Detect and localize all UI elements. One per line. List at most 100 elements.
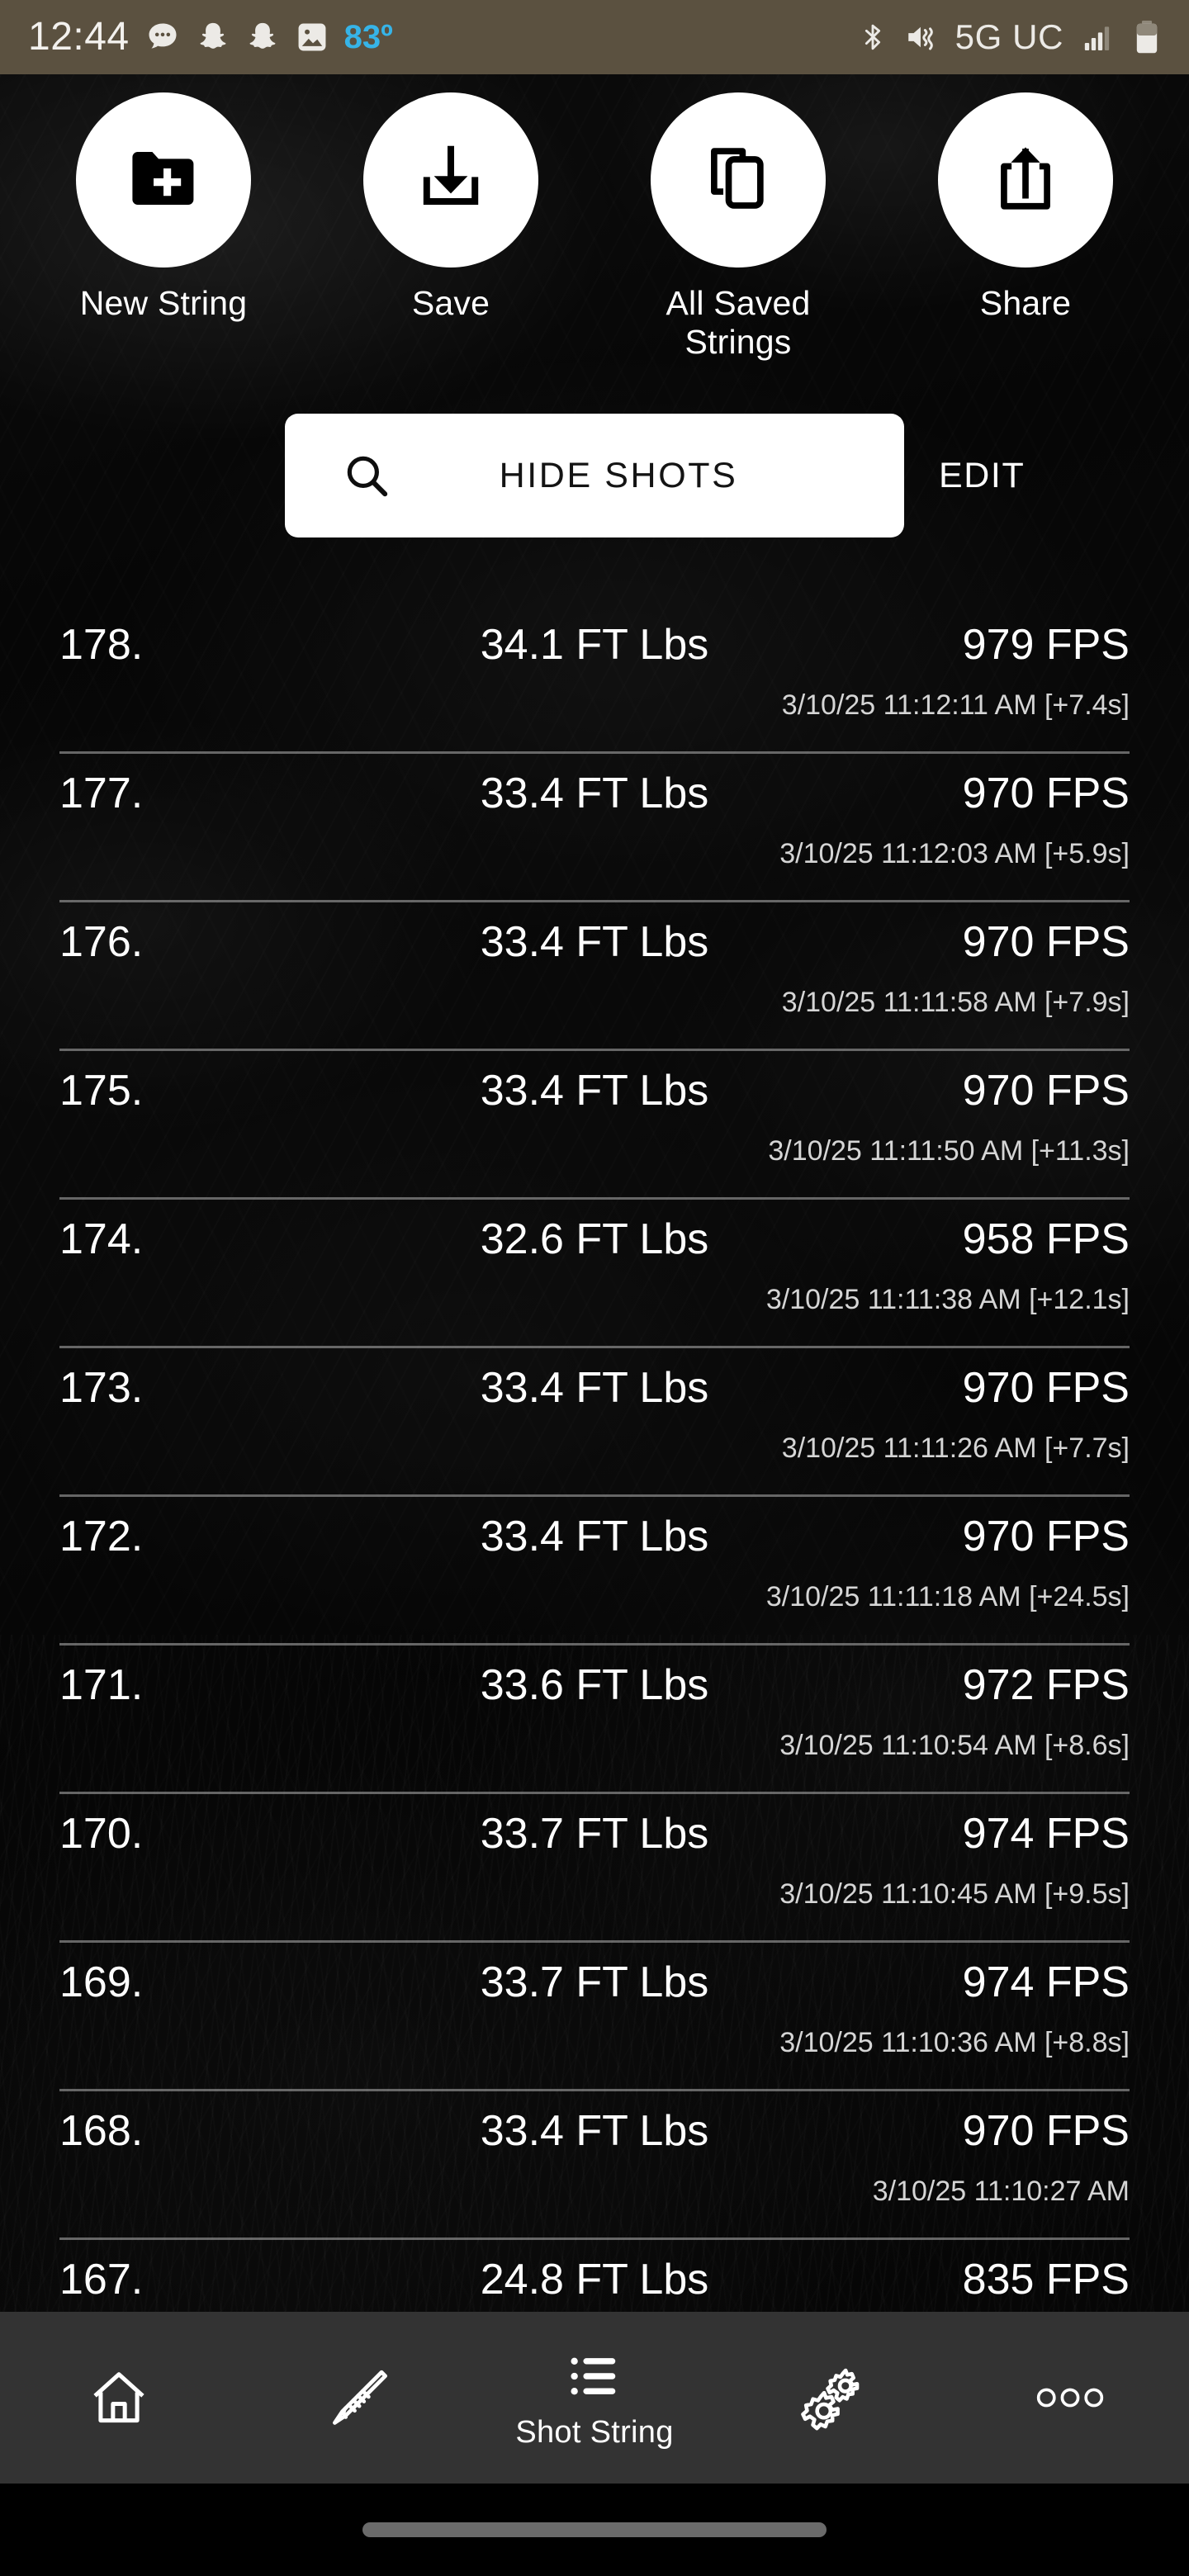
- shot-row[interactable]: 173. 33.4 FT Lbs 970 FPS 3/10/25 11:11:26 A…: [0, 1348, 1189, 1498]
- main-content: New String Save All Saved Strings Share …: [0, 74, 1189, 2576]
- shot-row[interactable]: 178. 34.1 FT Lbs 979 FPS 3/10/25 11:12:11 A…: [0, 605, 1189, 755]
- shot-index: 172.: [59, 1513, 144, 1561]
- edit-button[interactable]: EDIT: [939, 456, 1025, 496]
- shot-energy: 33.4 FT Lbs: [480, 1513, 709, 1561]
- shot-index: 173.: [59, 1364, 144, 1413]
- shot-speed: 974 FPS: [962, 1810, 1130, 1859]
- folder-plus-icon: [124, 139, 203, 222]
- home-icon: [87, 2362, 151, 2433]
- nav-item-gun[interactable]: [238, 2312, 476, 2484]
- all-saved-strings-button[interactable]: All Saved Strings: [594, 92, 882, 361]
- shot-speed: 835 FPS: [962, 2256, 1130, 2304]
- shot-row[interactable]: 170. 33.7 FT Lbs 974 FPS 3/10/25 11:10:45 A…: [0, 1794, 1189, 1944]
- shot-energy: 33.7 FT Lbs: [480, 1810, 709, 1859]
- all-saved-strings-label: All Saved Strings: [666, 284, 811, 361]
- shot-row-main: 171. 33.6 FT Lbs 972 FPS: [59, 1646, 1130, 1725]
- shot-speed: 972 FPS: [962, 1661, 1130, 1710]
- nav-item-shot-string-label: Shot String: [515, 2414, 674, 2450]
- nav-item-settings[interactable]: [713, 2312, 951, 2484]
- shot-row-main: 169. 33.7 FT Lbs 974 FPS: [59, 1943, 1130, 2022]
- status-bar-clock: 12:44: [28, 15, 130, 59]
- shot-speed: 958 FPS: [962, 1215, 1130, 1264]
- gears-icon: [796, 2362, 869, 2433]
- shot-row[interactable]: 175. 33.4 FT Lbs 970 FPS 3/10/25 11:11:50 A…: [0, 1051, 1189, 1200]
- shot-index: 178.: [59, 621, 144, 670]
- shot-row-main: 178. 34.1 FT Lbs 979 FPS: [59, 605, 1130, 684]
- status-bar-left: 12:44 83º: [28, 17, 393, 57]
- shot-row-main: 174. 32.6 FT Lbs 958 FPS: [59, 1200, 1130, 1279]
- shot-index: 169.: [59, 1958, 144, 2007]
- shot-string-list[interactable]: 178. 34.1 FT Lbs 979 FPS 3/10/25 11:12:11 A…: [0, 605, 1189, 2389]
- shot-speed: 970 FPS: [962, 2107, 1130, 2156]
- shot-row[interactable]: 176. 33.4 FT Lbs 970 FPS 3/10/25 11:11:58 A…: [0, 902, 1189, 1052]
- nav-item-shot-string[interactable]: Shot String: [476, 2312, 713, 2484]
- shot-speed: 979 FPS: [962, 621, 1130, 670]
- shot-timestamp: 3/10/25 11:11:26 AM [+7.7s]: [781, 1432, 1130, 1465]
- share-button[interactable]: Share: [882, 92, 1169, 323]
- search-icon: [341, 450, 392, 501]
- share-label: Share: [979, 284, 1072, 322]
- snapchat-ghost-icon: [245, 19, 280, 55]
- shot-index: 167.: [59, 2256, 144, 2304]
- shot-row-main: 172. 33.4 FT Lbs 970 FPS: [59, 1497, 1130, 1576]
- shot-energy: 32.6 FT Lbs: [480, 1215, 709, 1264]
- battery-icon: [1133, 19, 1161, 55]
- save-button-circle[interactable]: [363, 92, 538, 268]
- rifle-icon: [322, 2362, 391, 2433]
- download-icon: [411, 139, 490, 222]
- shot-energy: 33.6 FT Lbs: [480, 1661, 709, 1710]
- shot-timestamp: 3/10/25 11:12:11 AM [+7.4s]: [781, 689, 1130, 722]
- shot-energy: 24.8 FT Lbs: [480, 2256, 709, 2304]
- shot-row[interactable]: 169. 33.7 FT Lbs 974 FPS 3/10/25 11:10:36 A…: [0, 1943, 1189, 2092]
- nav-item-home[interactable]: [0, 2312, 238, 2484]
- search-row: HIDE SHOTS EDIT: [0, 414, 1189, 538]
- hide-shots-label: HIDE SHOTS: [499, 455, 738, 495]
- shot-index: 176.: [59, 918, 144, 967]
- action-button-bar: New String Save All Saved Strings Share: [0, 74, 1189, 361]
- share-upload-icon: [988, 140, 1063, 220]
- more-dots-icon: [1031, 2362, 1109, 2433]
- status-bar: 12:44 83º 5G UC: [0, 0, 1189, 74]
- mute-vibrate-icon: [904, 20, 939, 54]
- save-button[interactable]: Save: [307, 92, 594, 323]
- shot-speed: 970 FPS: [962, 1513, 1130, 1561]
- list-icon: [564, 2341, 625, 2412]
- bluetooth-icon: [858, 19, 888, 55]
- shot-index: 175.: [59, 1067, 144, 1115]
- shot-energy: 33.4 FT Lbs: [480, 2107, 709, 2156]
- nav-item-more[interactable]: [951, 2312, 1189, 2484]
- shot-row[interactable]: 168. 33.4 FT Lbs 970 FPS 3/10/25 11:10:27 A…: [0, 2091, 1189, 2241]
- shot-timestamp: 3/10/25 11:12:03 AM [+5.9s]: [779, 838, 1130, 870]
- new-string-label: New String: [79, 284, 248, 322]
- shot-energy: 33.4 FT Lbs: [480, 1067, 709, 1115]
- bottom-navigation-bar: Shot String: [0, 2312, 1189, 2484]
- shot-row[interactable]: 171. 33.6 FT Lbs 972 FPS 3/10/25 11:10:54 A…: [0, 1646, 1189, 1795]
- shot-speed: 970 FPS: [962, 1364, 1130, 1413]
- new-string-button[interactable]: New String: [20, 92, 307, 323]
- message-bubble-icon: [144, 19, 181, 55]
- new-string-button-circle[interactable]: [76, 92, 251, 268]
- shot-energy: 34.1 FT Lbs: [480, 621, 709, 670]
- all-saved-strings-button-circle[interactable]: [651, 92, 826, 268]
- shot-timestamp: 3/10/25 11:10:36 AM [+8.8s]: [779, 2027, 1130, 2059]
- shot-row-main: 173. 33.4 FT Lbs 970 FPS: [59, 1348, 1130, 1428]
- shot-row[interactable]: 172. 33.4 FT Lbs 970 FPS 3/10/25 11:11:18 A…: [0, 1497, 1189, 1646]
- shot-row-main: 176. 33.4 FT Lbs 970 FPS: [59, 902, 1130, 982]
- photo-icon: [295, 20, 329, 54]
- shot-row[interactable]: 177. 33.4 FT Lbs 970 FPS 3/10/25 11:12:03 A…: [0, 754, 1189, 903]
- hide-shots-button[interactable]: HIDE SHOTS: [285, 414, 904, 538]
- shot-speed: 974 FPS: [962, 1958, 1130, 2007]
- shot-timestamp: 3/10/25 11:11:38 AM [+12.1s]: [765, 1284, 1130, 1316]
- shot-speed: 970 FPS: [962, 918, 1130, 967]
- share-button-circle[interactable]: [938, 92, 1113, 268]
- signal-bars-icon: [1080, 21, 1116, 54]
- status-bar-temperature: 83º: [343, 19, 393, 55]
- shot-index: 177.: [59, 769, 144, 818]
- shot-timestamp: 3/10/25 11:11:58 AM [+7.9s]: [781, 987, 1130, 1019]
- shot-speed: 970 FPS: [962, 769, 1130, 818]
- shot-row[interactable]: 174. 32.6 FT Lbs 958 FPS 3/10/25 11:11:38 A…: [0, 1200, 1189, 1349]
- shot-speed: 970 FPS: [962, 1067, 1130, 1115]
- shot-row-main: 177. 33.4 FT Lbs 970 FPS: [59, 754, 1130, 833]
- home-indicator[interactable]: [362, 2522, 827, 2537]
- shot-energy: 33.4 FT Lbs: [480, 769, 709, 818]
